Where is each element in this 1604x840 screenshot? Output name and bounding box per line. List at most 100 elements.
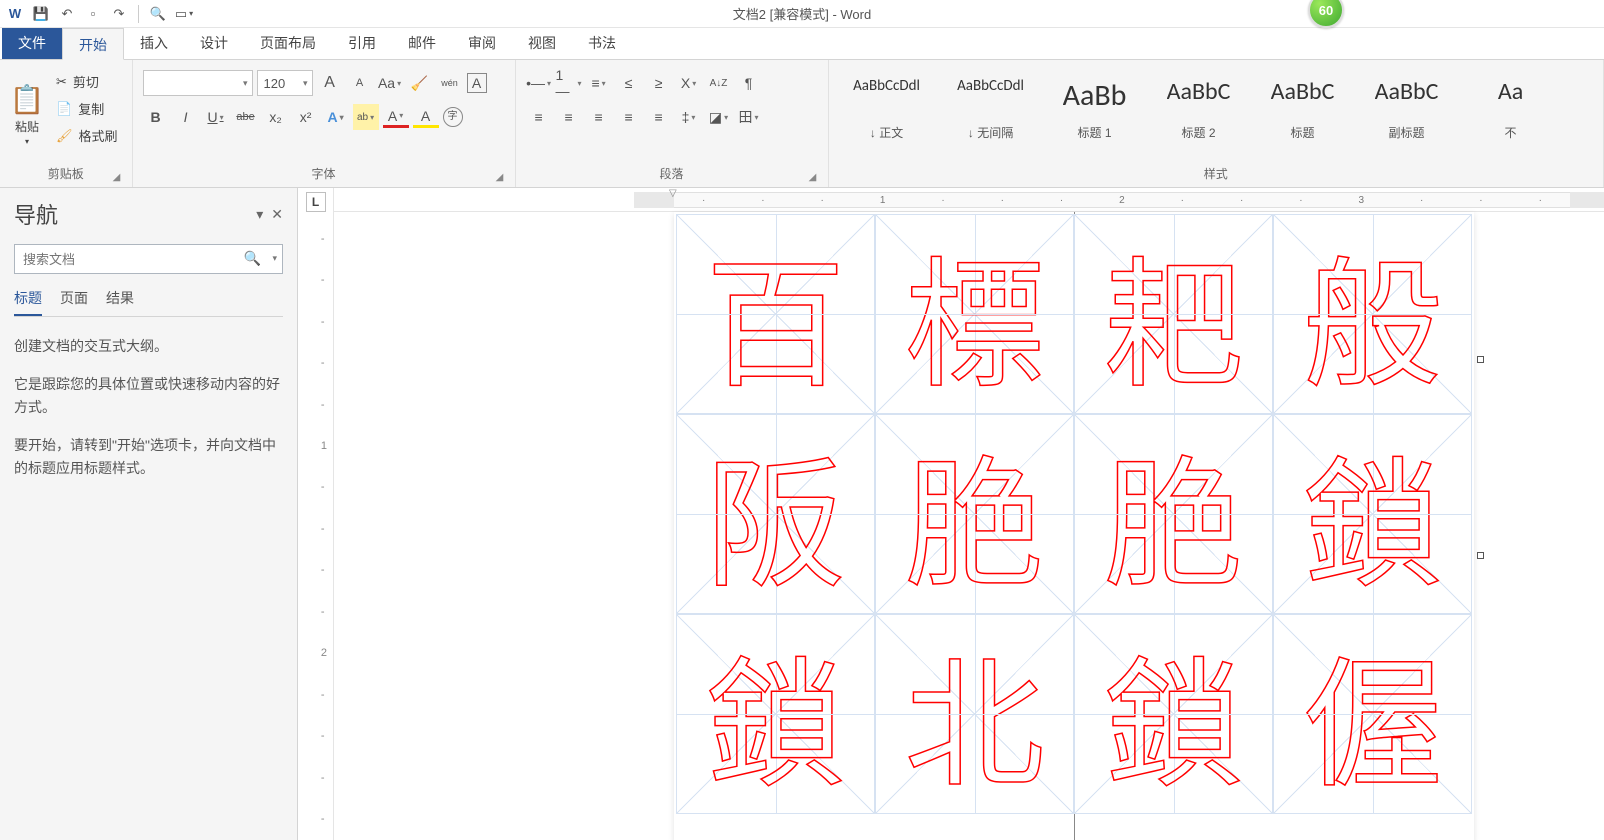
borders-button[interactable]: 田	[736, 104, 762, 130]
calligraphy-cell[interactable]: 般	[1273, 214, 1472, 414]
nav-dropdown-icon[interactable]: ▾	[256, 206, 263, 223]
asian-layout-button[interactable]: X	[676, 70, 702, 96]
style-item-4[interactable]: AaBbC标题	[1253, 70, 1353, 148]
decrease-indent-button[interactable]: ≤	[616, 70, 642, 96]
highlight-button[interactable]: ab	[353, 104, 379, 130]
clipboard-launcher[interactable]: ◢	[110, 170, 124, 184]
search-icon[interactable]: 🔍	[244, 250, 261, 267]
calligraphy-cell[interactable]: 脃	[875, 414, 1074, 614]
tab-insert[interactable]: 插入	[124, 27, 184, 59]
cut-button[interactable]: ✂剪切	[52, 70, 122, 93]
tab-mail[interactable]: 邮件	[392, 27, 452, 59]
frame-handle[interactable]	[1477, 552, 1484, 559]
paste-button[interactable]: 📋 粘贴 ▾	[6, 64, 48, 165]
redo-button[interactable]: ↷	[108, 3, 130, 25]
copy-button[interactable]: 📄复制	[52, 97, 122, 120]
strike-button[interactable]: abe	[233, 104, 259, 130]
font-color-button[interactable]: A	[383, 106, 409, 128]
tab-layout[interactable]: 页面布局	[244, 27, 332, 59]
font-label: 字体◢	[139, 165, 509, 187]
sogou-badge[interactable]: 60	[1308, 0, 1344, 28]
tab-selector[interactable]: L	[306, 192, 326, 212]
calligraphy-cell[interactable]: 偓	[1273, 614, 1472, 814]
calligraphy-cell[interactable]: 脃	[1074, 414, 1273, 614]
save-button[interactable]: 💾	[30, 3, 52, 25]
brush-icon: 🖌	[56, 128, 73, 144]
tab-review[interactable]: 审阅	[452, 27, 512, 59]
tab-view[interactable]: 视图	[512, 27, 572, 59]
phonetic-button[interactable]: wén	[437, 70, 463, 96]
text-effects-button[interactable]: A	[323, 104, 349, 130]
align-left-button[interactable]: ≡	[526, 104, 552, 130]
italic-button[interactable]: I	[173, 104, 199, 130]
print-preview-button[interactable]: 🔍	[147, 3, 169, 25]
nav-tab-headings[interactable]: 标题	[14, 288, 42, 316]
font-launcher[interactable]: ◢	[493, 170, 507, 184]
bullets-button[interactable]: •—	[526, 70, 552, 96]
sort-button[interactable]: A↓Z	[706, 70, 732, 96]
tab-references[interactable]: 引用	[332, 27, 392, 59]
subscript-button[interactable]: x₂	[263, 104, 289, 130]
copy-icon: 📄	[56, 101, 72, 117]
shrink-font-button[interactable]: A	[347, 70, 373, 96]
tab-design[interactable]: 设计	[184, 27, 244, 59]
superscript-button[interactable]: x²	[293, 104, 319, 130]
hanzi-char: 偓	[1274, 615, 1471, 813]
format-painter-button[interactable]: 🖌格式刷	[52, 124, 122, 147]
underline-button[interactable]: U	[203, 104, 229, 130]
nav-tab-pages[interactable]: 页面	[60, 288, 88, 316]
multilevel-list-button[interactable]: ≡	[586, 70, 612, 96]
tab-home[interactable]: 开始	[62, 28, 124, 60]
clear-format-button[interactable]: 🧹	[407, 70, 433, 96]
document-page[interactable]: 百標耙般阪脃脃鎖鎖北鎖偓	[674, 212, 1474, 840]
font-name-dropdown[interactable]: ▾	[143, 70, 253, 96]
workspace: 导航 ▾ ✕ 🔍 ▾ 标题 页面 结果 创建文档的交互式大纲。 它是跟踪您的具体…	[0, 188, 1604, 840]
change-case-button[interactable]: Aa	[377, 70, 403, 96]
paragraph-launcher[interactable]: ◢	[806, 170, 820, 184]
calligraphy-cell[interactable]: 耙	[1074, 214, 1273, 414]
group-paragraph: •— 1— ≡ ≤ ≥ X A↓Z ¶ ≡ ≡ ≡ ≡ ≡ ‡ ◪ 田 段落◢	[516, 60, 829, 187]
calligraphy-cell[interactable]: 標	[875, 214, 1074, 414]
style-item-3[interactable]: AaBbC标题 2	[1149, 70, 1249, 148]
show-marks-button[interactable]: ¶	[736, 70, 762, 96]
nav-tab-results[interactable]: 结果	[106, 288, 134, 316]
align-distribute-button[interactable]: ≡	[646, 104, 672, 130]
indent-marker[interactable]: ▽	[669, 188, 677, 199]
numbering-button[interactable]: 1—	[556, 70, 582, 96]
calligraphy-cell[interactable]: 百	[676, 214, 875, 414]
style-item-6[interactable]: Aa不	[1461, 70, 1561, 148]
calligraphy-cell[interactable]: 鎖	[676, 614, 875, 814]
word-icon: W	[4, 3, 26, 25]
horizontal-ruler[interactable]: ···1···2···3··· ▽	[334, 188, 1604, 212]
style-item-1[interactable]: AaBbCcDdl↓ 无间隔	[941, 70, 1041, 148]
hanzi-char: 鎖	[677, 615, 874, 813]
enclose-char-button[interactable]: 字	[443, 107, 463, 127]
bold-button[interactable]: B	[143, 104, 169, 130]
align-center-button[interactable]: ≡	[556, 104, 582, 130]
frame-handle[interactable]	[1477, 356, 1484, 363]
grow-font-button[interactable]: A	[317, 70, 343, 96]
style-item-2[interactable]: AaBb标题 1	[1045, 70, 1145, 148]
mode-button[interactable]: ▭▾	[173, 3, 195, 25]
calligraphy-cell[interactable]: 北	[875, 614, 1074, 814]
calligraphy-cell[interactable]: 鎖	[1074, 614, 1273, 814]
align-justify-button[interactable]: ≡	[616, 104, 642, 130]
tab-calligraphy[interactable]: 书法	[572, 27, 632, 59]
style-item-0[interactable]: AaBbCcDdl↓ 正文	[837, 70, 937, 148]
char-border-button[interactable]: A	[467, 73, 487, 93]
search-dropdown-icon[interactable]: ▾	[272, 253, 277, 264]
new-button[interactable]: ▫	[82, 3, 104, 25]
line-spacing-button[interactable]: ‡	[676, 104, 702, 130]
nav-close-button[interactable]: ✕	[271, 206, 283, 223]
undo-button[interactable]: ↶	[56, 3, 78, 25]
align-right-button[interactable]: ≡	[586, 104, 612, 130]
shading-button[interactable]: ◪	[706, 104, 732, 130]
tab-file[interactable]: 文件	[2, 27, 62, 59]
calligraphy-cell[interactable]: 阪	[676, 414, 875, 614]
hanzi-char: 北	[876, 615, 1073, 813]
font-size-dropdown[interactable]: 120▾	[257, 70, 313, 96]
increase-indent-button[interactable]: ≥	[646, 70, 672, 96]
calligraphy-cell[interactable]: 鎖	[1273, 414, 1472, 614]
style-item-5[interactable]: AaBbC副标题	[1357, 70, 1457, 148]
highlight-color-button[interactable]: A	[413, 106, 439, 128]
